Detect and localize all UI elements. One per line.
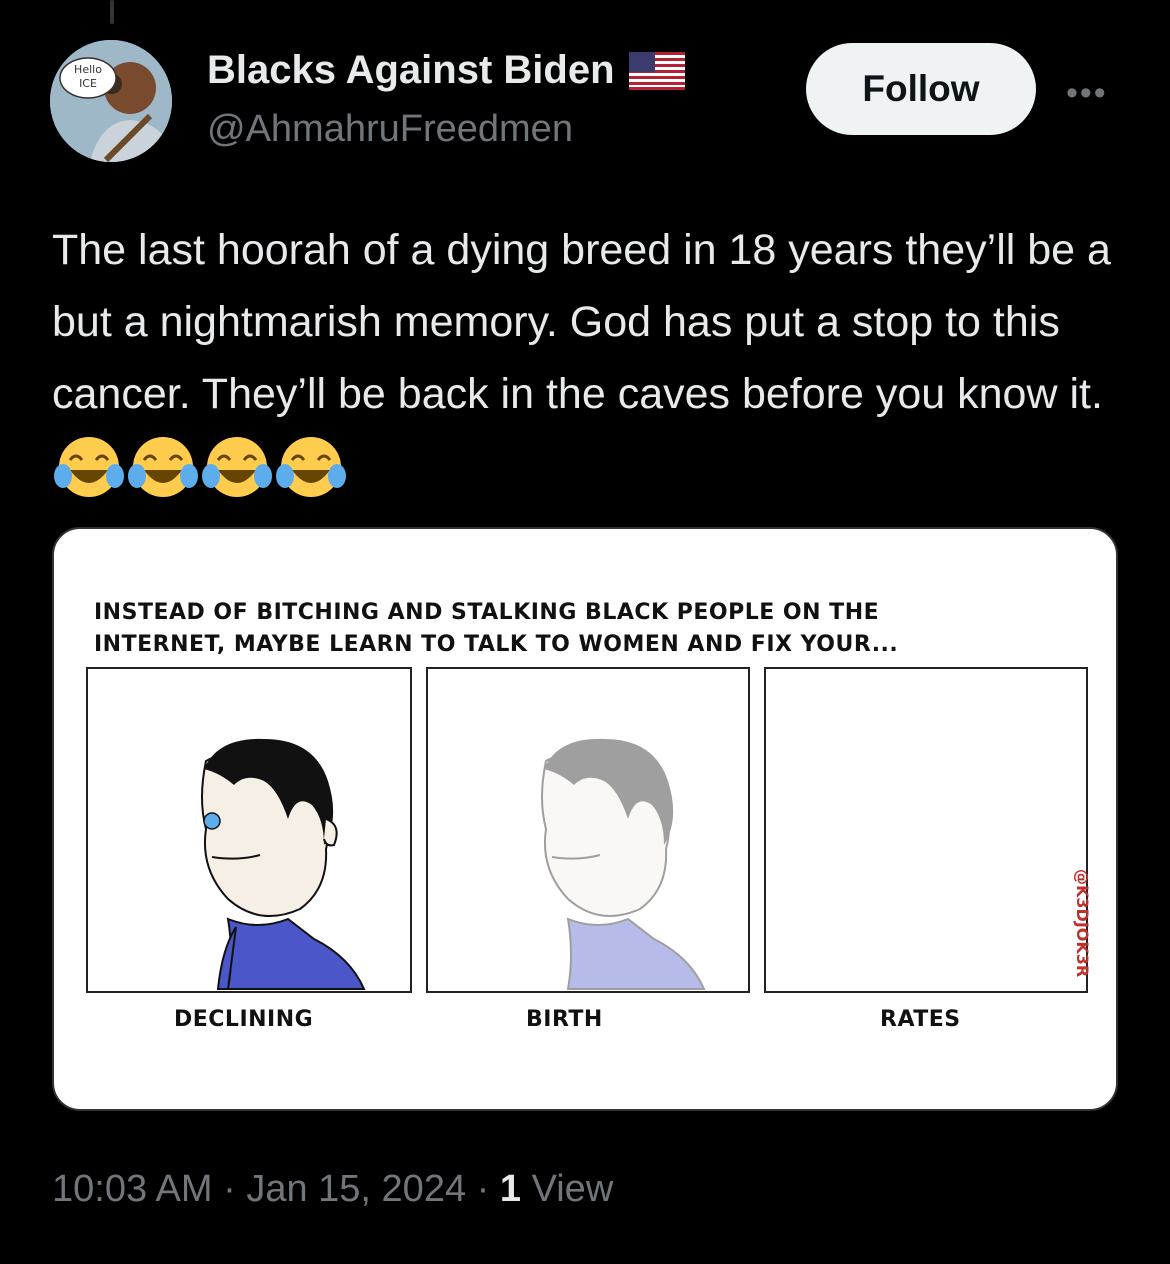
tweet-body: The last hoorah of a dying breed in 18 y… [52,214,1142,512]
avatar-text-line1: Hello [74,63,102,76]
comic-panel-1 [86,667,412,993]
fading-character-illustration [541,738,706,990]
separator-dot: · [223,1168,247,1210]
comic-caption-line1: INSTEAD OF BITCHING AND STALKING BLACK P… [94,600,880,625]
emoji-group [52,430,348,504]
panel-label-2: BIRTH [526,1007,603,1032]
comic-panel-2 [426,667,750,993]
view-count: 1 [499,1168,522,1210]
face-with-tears-of-joy-icon [276,437,346,497]
panel-label-3: RATES [880,1007,961,1032]
face-with-tears-of-joy-icon [202,437,272,497]
tweet-text: The last hoorah of a dying breed in 18 y… [52,226,1111,418]
panel-label-1: DECLINING [174,1007,314,1032]
face-with-tears-of-joy-icon [54,437,124,497]
comic-caption-line2: INTERNET, MAYBE LEARN TO TALK TO WOMEN A… [94,632,899,657]
comic-panel-3 [764,667,1088,993]
view-label: View [531,1168,614,1210]
thread-connector-line [110,0,114,24]
author-name-row[interactable]: Blacks Against Biden [207,48,685,93]
author-handle[interactable]: @AhmahruFreedmen [207,108,573,151]
avatar[interactable]: Hello ICE [50,40,172,162]
tweet-metadata: 10:03 AM · Jan 15, 2024 · 1 View [52,1168,613,1211]
more-icon[interactable]: ••• [1066,74,1112,112]
avatar-text-line2: ICE [79,77,97,90]
follow-button[interactable]: Follow [806,43,1036,135]
separator-dot: · [476,1168,500,1210]
comic-caption: INSTEAD OF BITCHING AND STALKING BLACK P… [94,597,1054,661]
character-illustration [201,738,366,990]
face-with-tears-of-joy-icon [128,437,198,497]
tweet-date[interactable]: Jan 15, 2024 [246,1168,466,1210]
artist-credit: @K3DJOK3R [1073,869,1092,978]
tweet-media-image[interactable]: INSTEAD OF BITCHING AND STALKING BLACK P… [52,527,1118,1111]
tweet-time[interactable]: 10:03 AM [52,1168,213,1210]
author-name[interactable]: Blacks Against Biden [207,48,615,93]
us-flag-icon [628,51,685,90]
